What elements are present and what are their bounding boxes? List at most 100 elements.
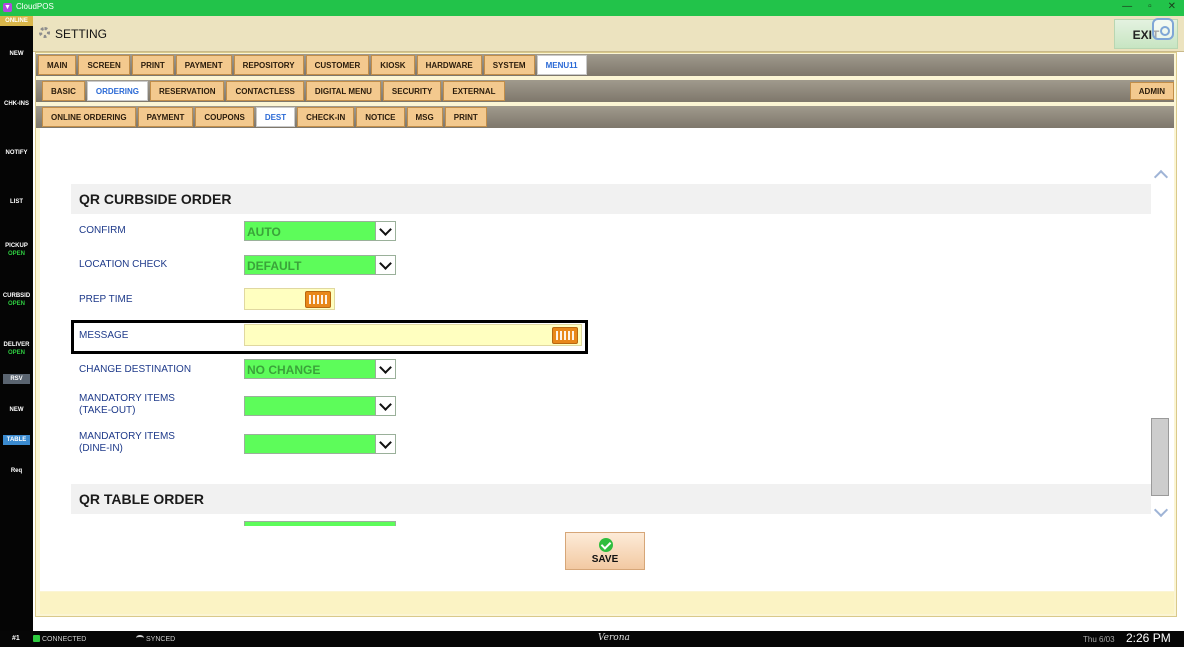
message-highlight-box [71,320,588,354]
sidebar-item-pickup[interactable]: PICKUP OPEN [0,242,33,258]
confirm-value: AUTO [247,225,281,239]
subtab-reservation[interactable]: RESERVATION [150,81,225,101]
tab-hardware[interactable]: HARDWARE [416,55,482,75]
location-check-label: LOCATION CHECK [79,259,168,270]
scroll-up-icon[interactable] [1153,167,1167,181]
subtab-notice[interactable]: NOTICE [356,107,405,127]
close-window-button[interactable]: ✕ [1168,1,1176,12]
confirm-label: CONFIRM [79,225,126,236]
mandatory-dinein-label: MANDATORY ITEMS (DINE-IN) [79,431,175,455]
sidebar-item-status: OPEN [7,301,25,307]
change-destination-value: NO CHANGE [247,363,321,377]
subtab-check-in[interactable]: CHECK-IN [297,107,355,127]
sync-status: SYNCED [136,635,175,643]
subtab-external[interactable]: EXTERNAL [443,81,505,101]
tab-main[interactable]: MAIN [38,55,77,75]
sidebar-item-list[interactable]: LIST [0,198,33,206]
label-line-2: (TAKE-OUT) [79,405,136,416]
tab-payment[interactable]: PAYMENT [175,55,232,75]
window-controls: — ▫ ✕ [1122,1,1176,12]
sub-tabs: BASIC ORDERING RESERVATION CONTACTLESS DIGIT… [42,81,505,101]
sidebar-item-curbside[interactable]: CURBSID OPEN [0,292,33,308]
sidebar-item-label: DELIVER [3,342,30,348]
save-label: SAVE [591,554,619,565]
table-order-select-partial[interactable] [244,521,396,526]
chevron-down-icon[interactable] [375,222,395,240]
subtab-security[interactable]: SECURITY [382,81,442,101]
subtab-ordering[interactable]: ORDERING [86,81,149,101]
sidebar-item-label: LIST [10,199,23,205]
title-bar: ▼ CloudPOS — ▫ ✕ [0,0,1184,16]
subtab-print[interactable]: PRINT [444,107,487,127]
subtab-msg[interactable]: MSG [406,107,443,127]
chevron-down-icon[interactable] [375,397,395,415]
sidebar-item-chk-ins[interactable]: CHK-INS [0,100,33,108]
subtab-basic[interactable]: BASIC [42,81,85,101]
screen-capture-icon[interactable] [1152,18,1174,40]
sidebar-item-status: OPEN [7,350,25,356]
location-check-select[interactable]: DEFAULT [244,255,396,275]
subtab-digital-menu[interactable]: DIGITAL MENU [305,81,381,101]
sidebar-item-label: CHK-INS [4,101,29,107]
sidebar-item-notify[interactable]: NOTIFY [0,149,33,157]
section-title: QR CURBSIDE ORDER [79,191,232,207]
subtab-online-ordering[interactable]: ONLINE ORDERING [42,107,136,127]
scrollbar-thumb[interactable] [1151,418,1169,496]
tab-kiosk[interactable]: KIOSK [371,55,415,75]
page-title: SETTING [55,27,108,41]
sidebar-item-label: NEW [9,407,24,413]
clock-date: Thu 6/03 [1083,635,1115,644]
main-tabs: MAIN SCREEN PRINT PAYMENT REPOSITORY CUSTOMER… [38,55,587,75]
sidebar-item-rsv-new[interactable]: NEW [0,406,33,414]
keyboard-icon[interactable] [305,291,331,308]
rsv-tag: RSV [3,374,30,384]
subtab-payment[interactable]: PAYMENT [137,107,194,127]
save-button[interactable]: SAVE [565,532,645,570]
change-destination-select[interactable]: NO CHANGE [244,359,396,379]
sidebar-item-label: PICKUP [5,243,28,249]
sidebar-item-deliver[interactable]: DELIVER OPEN [0,341,33,357]
chevron-down-icon[interactable] [375,256,395,274]
sidebar-online-badge[interactable]: ONLINE [0,16,33,26]
maximize-button[interactable]: ▫ [1148,1,1152,12]
tab-customer[interactable]: CUSTOMER [305,55,370,75]
sidebar-item-label: NEW [9,51,24,57]
sidebar-item-status: OPEN [7,251,25,257]
mandatory-takeout-select[interactable] [244,396,396,416]
mandatory-takeout-label: MANDATORY ITEMS (TAKE-OUT) [79,393,175,417]
prep-time-field[interactable] [244,288,335,310]
label-line-1: MANDATORY ITEMS [79,393,175,404]
subtab-contactless[interactable]: CONTACTLESS [226,81,304,101]
minimize-button[interactable]: — [1122,1,1132,12]
sidebar-item-label: CURBSID [2,293,31,299]
sidebar-item-new[interactable]: NEW [0,50,33,58]
location-check-value: DEFAULT [247,259,302,273]
app-logo-icon: ▼ [3,3,12,12]
prep-time-label: PREP TIME [79,294,133,305]
sidebar-rsv[interactable]: RSV [0,374,33,384]
tab-print[interactable]: PRINT [131,55,174,75]
sidebar-item-req[interactable]: Req [0,467,33,475]
tab-menu11[interactable]: MENU11 [536,55,587,75]
sidebar-item-label: NOTIFY [5,150,28,156]
clock-time: 2:26 PM [1126,631,1171,645]
sidebar: ONLINE NEW CHK-INS NOTIFY LIST PICKUP OPE… [0,16,33,631]
chevron-down-icon[interactable] [375,360,395,378]
chevron-down-icon[interactable] [375,435,395,453]
sync-icon [136,635,144,641]
terminal-number: #1 [12,635,20,642]
table-tag: TABLE [3,435,30,445]
tab-screen[interactable]: SCREEN [78,55,130,75]
sidebar-table[interactable]: TABLE [0,435,33,445]
section-title: QR TABLE ORDER [79,491,204,507]
confirm-select[interactable]: AUTO [244,221,396,241]
gear-icon [39,27,50,38]
tab-system[interactable]: SYSTEM [483,55,535,75]
mandatory-dinein-select[interactable] [244,434,396,454]
admin-tab[interactable]: ADMIN [1129,82,1174,100]
connected-icon [33,635,40,642]
subtab-dest[interactable]: DEST [255,107,296,127]
tab-repository[interactable]: REPOSITORY [233,55,304,75]
subtab-coupons[interactable]: COUPONS [195,107,254,127]
scroll-down-icon[interactable] [1153,505,1167,519]
